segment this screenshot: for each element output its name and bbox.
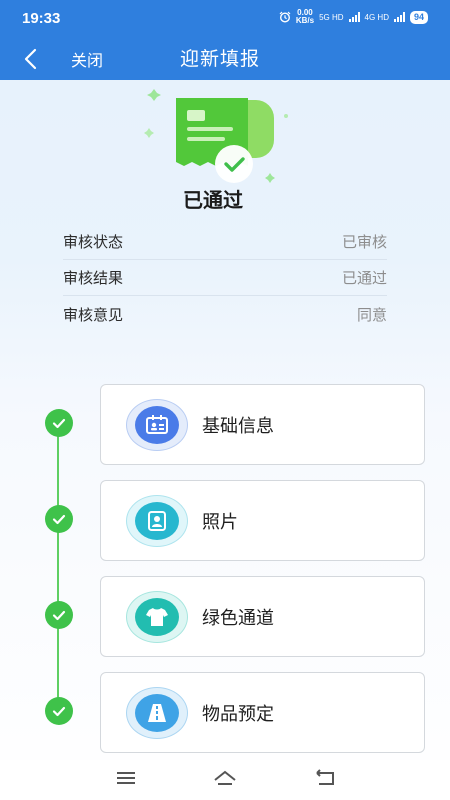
chevron-left-icon xyxy=(24,48,37,70)
step-4-check-icon xyxy=(45,697,73,725)
approved-illustration xyxy=(140,86,300,186)
review-value: 已通过 xyxy=(341,269,387,287)
review-value: 已审核 xyxy=(341,233,387,251)
net-speed: 0.00 KB/s xyxy=(296,9,314,25)
review-label: 审核状态 xyxy=(63,233,124,251)
photo-portrait-icon xyxy=(135,501,179,540)
net-speed-unit: KB/s xyxy=(295,16,315,25)
tshirt-icon xyxy=(135,597,179,636)
step-label: 绿色通道 xyxy=(202,607,274,629)
step-1-check-icon xyxy=(45,409,73,437)
step-card-item-booking[interactable]: 物品预定 xyxy=(100,672,425,753)
step-card-photo[interactable]: 照片 xyxy=(100,480,425,561)
page-title: 迎新填报 xyxy=(180,48,261,70)
signal-1-icon xyxy=(348,12,360,22)
review-label: 审核结果 xyxy=(63,269,124,287)
status-time: 19:33 xyxy=(22,10,61,27)
back-button[interactable] xyxy=(16,44,46,74)
timeline-line xyxy=(57,424,59,712)
sim1-label: 5G HD xyxy=(319,12,344,22)
receipt-approved-icon xyxy=(144,89,288,183)
review-row-status: 审核状态 已审核 xyxy=(63,224,387,260)
header-bar: 19:33 0.00 KB/s 5G HD 4G HD 94 关闭 迎新填报 xyxy=(0,0,450,80)
step-label: 照片 xyxy=(202,511,238,533)
step-icon-ring xyxy=(126,494,188,547)
system-nav-bar xyxy=(0,760,450,800)
step-card-green-channel[interactable]: 绿色通道 xyxy=(100,576,425,657)
road-icon xyxy=(135,693,179,732)
nav-bar: 关闭 迎新填报 xyxy=(0,40,450,76)
step-label: 基础信息 xyxy=(202,415,274,437)
return-icon xyxy=(316,769,334,785)
menu-icon xyxy=(117,772,135,784)
review-value: 同意 xyxy=(356,305,387,324)
home-button[interactable] xyxy=(213,768,237,788)
status-bar: 19:33 0.00 KB/s 5G HD 4G HD 94 xyxy=(0,0,450,36)
signal-2-icon xyxy=(393,12,405,22)
home-icon xyxy=(214,770,236,785)
step-3-check-icon xyxy=(45,601,73,629)
menu-button[interactable] xyxy=(114,768,138,788)
review-row-opinion: 审核意见 同意 xyxy=(63,296,387,332)
step-label: 物品预定 xyxy=(202,703,274,725)
id-card-icon xyxy=(135,405,179,444)
step-icon-ring xyxy=(126,686,188,739)
step-icon-ring xyxy=(126,590,188,643)
status-icons: 0.00 KB/s 5G HD 4G HD 94 xyxy=(279,9,428,25)
sim2-label: 4G HD xyxy=(364,12,389,22)
review-row-result: 审核结果 已通过 xyxy=(63,260,387,296)
battery-icon: 94 xyxy=(409,10,428,24)
step-icon-ring xyxy=(126,398,188,451)
close-button[interactable]: 关闭 xyxy=(71,47,103,71)
back-nav-button[interactable] xyxy=(313,768,337,788)
result-title: 已通过 xyxy=(183,188,243,212)
review-info: 审核状态 已审核 审核结果 已通过 审核意见 同意 xyxy=(63,224,387,332)
alarm-icon xyxy=(279,11,291,23)
review-label: 审核意见 xyxy=(63,305,124,324)
step-card-basic-info[interactable]: 基础信息 xyxy=(100,384,425,465)
step-2-check-icon xyxy=(45,505,73,533)
